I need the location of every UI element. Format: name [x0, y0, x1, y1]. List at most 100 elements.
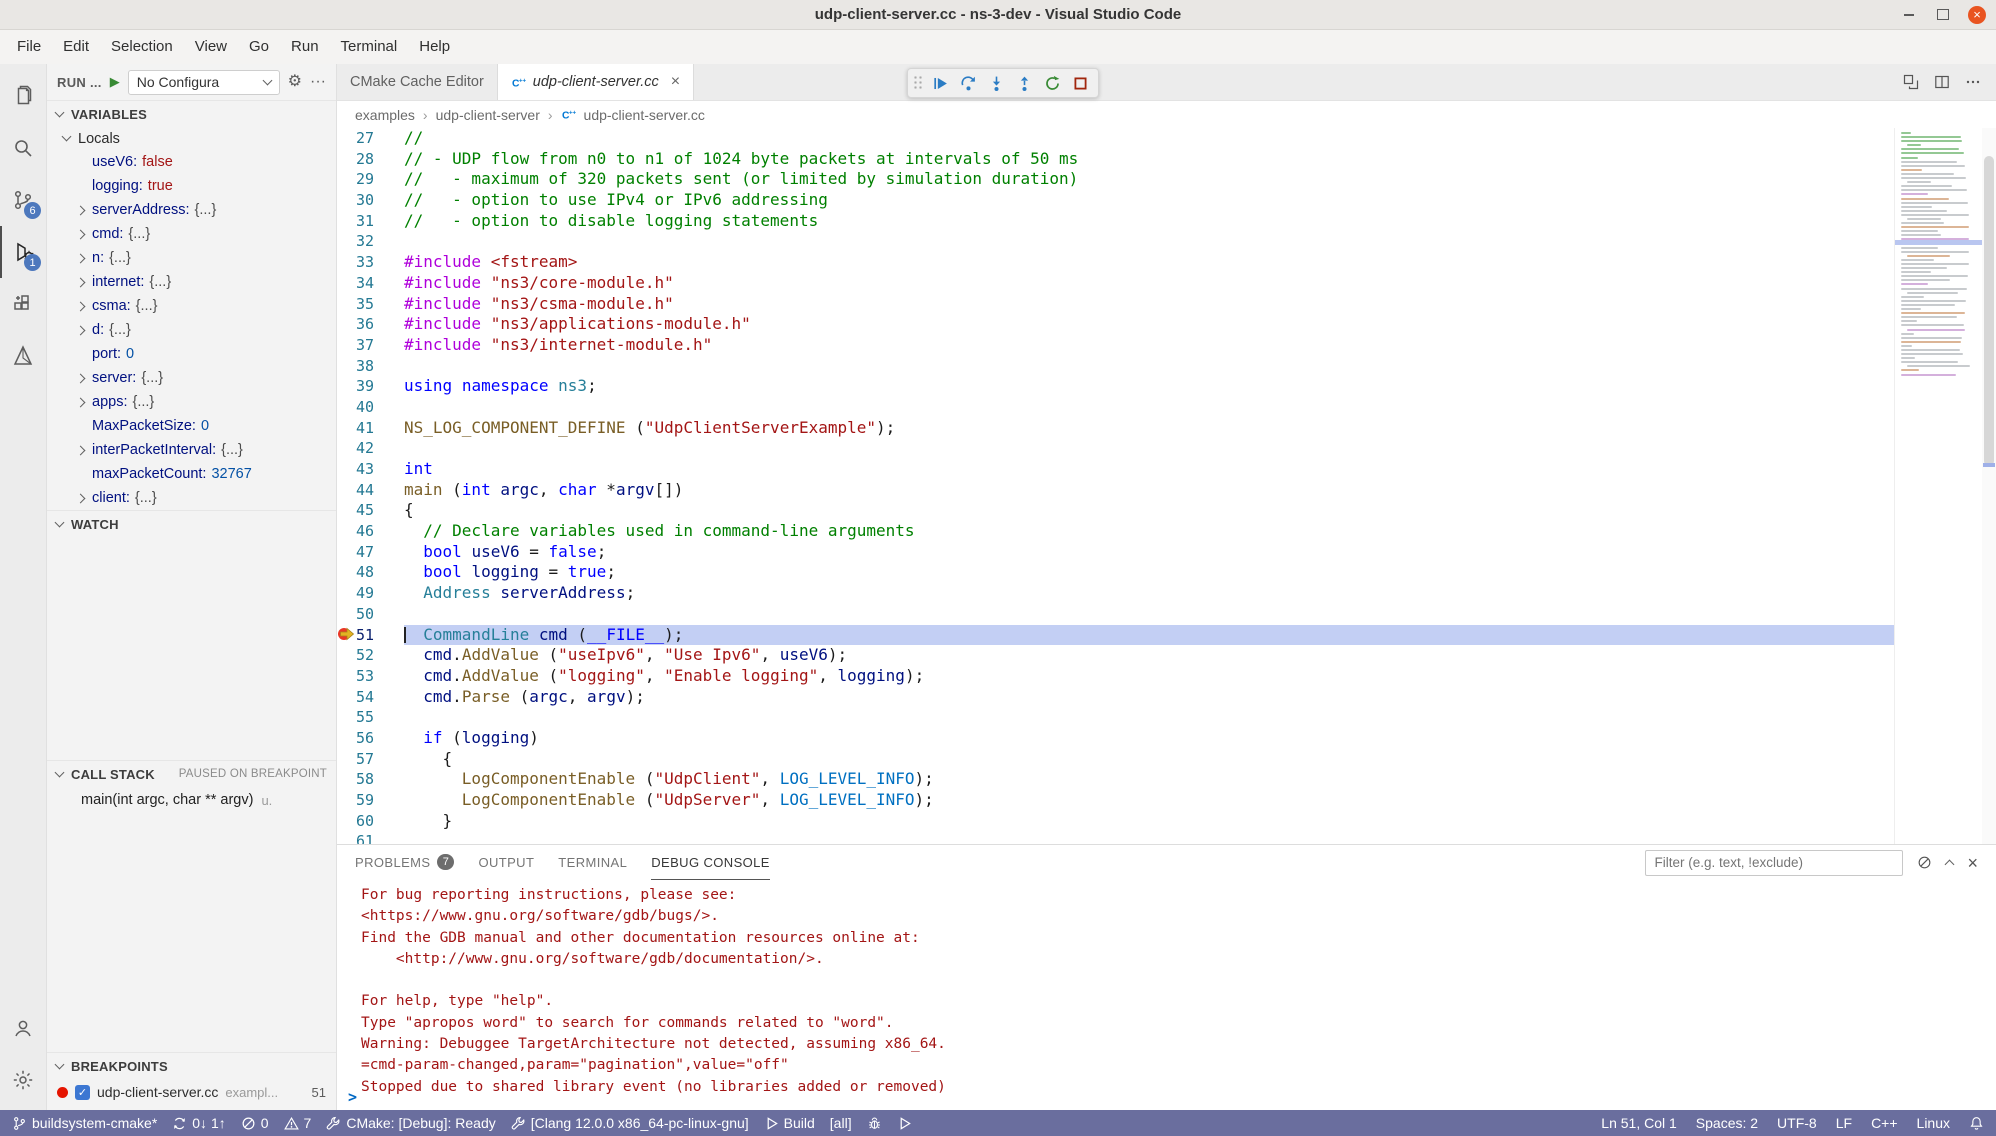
code-line[interactable]: 31// - option to disable logging stateme… [337, 211, 1894, 232]
line-gutter[interactable]: 38 [337, 356, 404, 377]
line-gutter[interactable]: 31 [337, 211, 404, 232]
line-gutter[interactable]: 41 [337, 418, 404, 439]
code-text[interactable]: // - option to disable logging statement… [404, 211, 1894, 232]
code-line[interactable]: 57 { [337, 749, 1894, 770]
menu-selection[interactable]: Selection [100, 34, 184, 60]
start-debug-icon[interactable]: ▶ [110, 74, 120, 90]
variable-row[interactable]: d:{...} [47, 318, 336, 342]
code-text[interactable]: // - maximum of 320 packets sent (or lim… [404, 169, 1894, 190]
open-changes-icon[interactable] [1903, 74, 1919, 90]
more-icon[interactable] [1965, 74, 1981, 90]
code-line[interactable]: 36#include "ns3/applications-module.h" [337, 314, 1894, 335]
code-text[interactable]: bool useV6 = false; [404, 542, 1894, 563]
status-git-branch[interactable]: buildsystem-cmake* [12, 1115, 157, 1131]
status-eol[interactable]: LF [1836, 1115, 1852, 1131]
code-line[interactable]: 60 } [337, 811, 1894, 832]
code-text[interactable] [404, 356, 1894, 377]
code-line[interactable]: 47 bool useV6 = false; [337, 542, 1894, 563]
code-line[interactable]: 33#include <fstream> [337, 252, 1894, 273]
line-gutter[interactable]: 36 [337, 314, 404, 335]
code-line[interactable]: 43int [337, 459, 1894, 480]
line-gutter[interactable]: 60 [337, 811, 404, 832]
activity-run-and-debug[interactable]: 1 [0, 226, 46, 278]
code-line[interactable]: 55 [337, 707, 1894, 728]
code-line[interactable]: 59 LogComponentEnable ("UdpServer", LOG_… [337, 790, 1894, 811]
close-window-icon[interactable] [1968, 6, 1986, 24]
code-text[interactable] [404, 604, 1894, 625]
minimize-icon[interactable] [1900, 6, 1918, 24]
menu-help[interactable]: Help [408, 34, 461, 60]
menu-terminal[interactable]: Terminal [330, 34, 409, 60]
code-text[interactable]: int [404, 459, 1894, 480]
code-line[interactable]: 35#include "ns3/csma-module.h" [337, 294, 1894, 315]
activity-accounts[interactable] [0, 1002, 46, 1054]
line-gutter[interactable]: 28 [337, 149, 404, 170]
variable-row[interactable]: client:{...} [47, 486, 336, 510]
breadcrumb-item[interactable]: udp-client-server.cc [584, 107, 705, 123]
line-gutter[interactable]: 47 [337, 542, 404, 563]
menu-edit[interactable]: Edit [52, 34, 100, 60]
line-gutter[interactable]: 59 [337, 790, 404, 811]
menu-run[interactable]: Run [280, 34, 330, 60]
tab-udp-client-server-cc[interactable]: C++udp-client-server.cc× [498, 64, 694, 100]
code-text[interactable]: #include "ns3/core-module.h" [404, 273, 1894, 294]
menu-file[interactable]: File [6, 34, 52, 60]
panel-tab-terminal[interactable]: TERMINAL [558, 845, 627, 880]
variable-row[interactable]: serverAddress:{...} [47, 198, 336, 222]
line-gutter[interactable]: 40 [337, 397, 404, 418]
code-text[interactable]: cmd.AddValue ("useIpv6", "Use Ipv6", use… [404, 645, 1894, 666]
variable-row[interactable]: useV6:false [47, 150, 336, 174]
line-gutter[interactable]: 48 [337, 562, 404, 583]
line-gutter[interactable]: 29 [337, 169, 404, 190]
close-panel-icon[interactable]: × [1967, 854, 1978, 872]
code-text[interactable]: #include "ns3/csma-module.h" [404, 294, 1894, 315]
line-gutter[interactable]: 53 [337, 666, 404, 687]
code-text[interactable]: Address serverAddress; [404, 583, 1894, 604]
activity-source-control[interactable]: 6 [0, 174, 46, 226]
breadcrumb-item[interactable]: examples [355, 107, 415, 123]
breadcrumb-item[interactable]: udp-client-server [436, 107, 540, 123]
watch-header[interactable]: WATCH [47, 511, 336, 537]
menu-go[interactable]: Go [238, 34, 280, 60]
split-editor-icon[interactable] [1934, 74, 1950, 90]
activity-explorer[interactable] [0, 70, 46, 122]
console-prompt-icon[interactable]: > [348, 1088, 357, 1106]
variable-row[interactable]: apps:{...} [47, 390, 336, 414]
status-warnings[interactable]: 7 [284, 1115, 312, 1131]
code-text[interactable]: } [404, 811, 1894, 832]
code-line[interactable]: 53 cmd.AddValue ("logging", "Enable logg… [337, 666, 1894, 687]
code-line[interactable]: 34#include "ns3/core-module.h" [337, 273, 1894, 294]
panel-tab-output[interactable]: OUTPUT [478, 845, 534, 880]
line-gutter[interactable]: 46 [337, 521, 404, 542]
line-gutter[interactable]: 37 [337, 335, 404, 356]
code-text[interactable]: cmd.Parse (argc, argv); [404, 687, 1894, 708]
line-gutter[interactable]: 52 [337, 645, 404, 666]
code-text[interactable]: #include "ns3/internet-module.h" [404, 335, 1894, 356]
line-gutter[interactable]: 55 [337, 707, 404, 728]
code-line[interactable]: 45{ [337, 500, 1894, 521]
status-git-sync[interactable]: 0↓ 1↑ [172, 1115, 225, 1131]
code-line[interactable]: 46 // Declare variables used in command-… [337, 521, 1894, 542]
code-text[interactable] [404, 707, 1894, 728]
code-line[interactable]: 44main (int argc, char *argv[]) [337, 480, 1894, 501]
panel-tab-debug-console[interactable]: DEBUG CONSOLE [651, 845, 770, 880]
code-line[interactable]: 49 Address serverAddress; [337, 583, 1894, 604]
status-launch[interactable] [897, 1116, 912, 1131]
maximize-panel-icon[interactable] [1945, 860, 1955, 870]
code-line[interactable]: 41NS_LOG_COMPONENT_DEFINE ("UdpClientSer… [337, 418, 1894, 439]
status-debug[interactable] [867, 1116, 882, 1131]
status-cursor-position[interactable]: Ln 51, Col 1 [1601, 1115, 1677, 1131]
drag-grip[interactable] [913, 75, 923, 91]
launch-config-select[interactable]: No Configura [128, 70, 280, 95]
code-text[interactable] [404, 831, 1894, 844]
code-text[interactable]: if (logging) [404, 728, 1894, 749]
call-stack-header[interactable]: CALL STACK PAUSED ON BREAKPOINT [47, 761, 336, 787]
code-line[interactable]: 30// - option to use IPv4 or IPv6 addres… [337, 190, 1894, 211]
code-line[interactable]: 50 [337, 604, 1894, 625]
scrollbar-thumb[interactable] [1984, 156, 1994, 466]
code-line[interactable]: 39using namespace ns3; [337, 376, 1894, 397]
code-text[interactable]: #include <fstream> [404, 252, 1894, 273]
variable-row[interactable]: internet:{...} [47, 270, 336, 294]
variable-row[interactable]: MaxPacketSize:0 [47, 414, 336, 438]
code-line[interactable]: 52 cmd.AddValue ("useIpv6", "Use Ipv6", … [337, 645, 1894, 666]
